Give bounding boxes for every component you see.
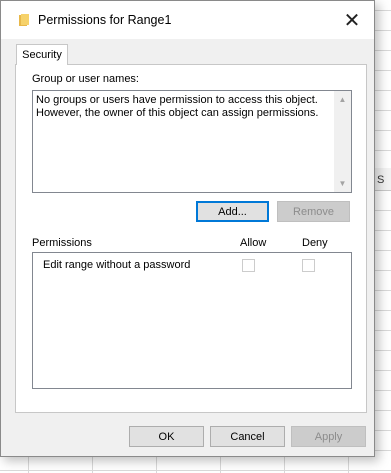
group-names-label: Group or user names:	[32, 73, 139, 85]
folder-icon	[19, 14, 29, 26]
tab-security[interactable]: Security	[16, 44, 68, 65]
no-permissions-message: No groups or users have permission to ac…	[36, 94, 319, 119]
add-button-label: Add...	[218, 205, 247, 218]
close-button[interactable]: ✕	[330, 1, 374, 39]
remove-button-label: Remove	[293, 205, 334, 218]
apply-button[interactable]: Apply	[291, 426, 366, 447]
permissions-label: Permissions	[32, 237, 92, 249]
group-list-scrollbar[interactable]: ▲ ▼	[334, 91, 351, 192]
scroll-down-icon[interactable]: ▼	[334, 175, 351, 192]
allow-checkbox[interactable]	[242, 259, 255, 272]
column-header-right-text: S	[377, 174, 385, 186]
ok-button[interactable]: OK	[129, 426, 204, 447]
permission-row: Edit range without a password	[33, 253, 351, 275]
permissions-list[interactable]: Edit range without a password	[32, 252, 352, 389]
deny-checkbox[interactable]	[302, 259, 315, 272]
allow-header: Allow	[240, 237, 267, 249]
title-bar: Permissions for Range1 ✕	[1, 1, 374, 39]
add-button[interactable]: Add...	[196, 201, 269, 222]
cancel-button[interactable]: Cancel	[210, 426, 285, 447]
cancel-button-label: Cancel	[230, 430, 265, 443]
scroll-up-icon[interactable]: ▲	[334, 91, 351, 108]
permissions-dialog: Permissions for Range1 ✕ Security Group …	[0, 0, 375, 457]
apply-button-label: Apply	[314, 430, 343, 443]
deny-header: Deny	[302, 237, 328, 249]
ok-button-label: OK	[158, 430, 175, 443]
security-tab-panel: Group or user names: No groups or users …	[15, 64, 367, 413]
tab-security-label: Security	[22, 49, 62, 61]
remove-button[interactable]: Remove	[277, 201, 350, 222]
dialog-title: Permissions for Range1	[38, 13, 172, 27]
permission-name: Edit range without a password	[43, 259, 191, 271]
group-names-list[interactable]: No groups or users have permission to ac…	[32, 90, 352, 193]
close-icon: ✕	[343, 9, 361, 32]
